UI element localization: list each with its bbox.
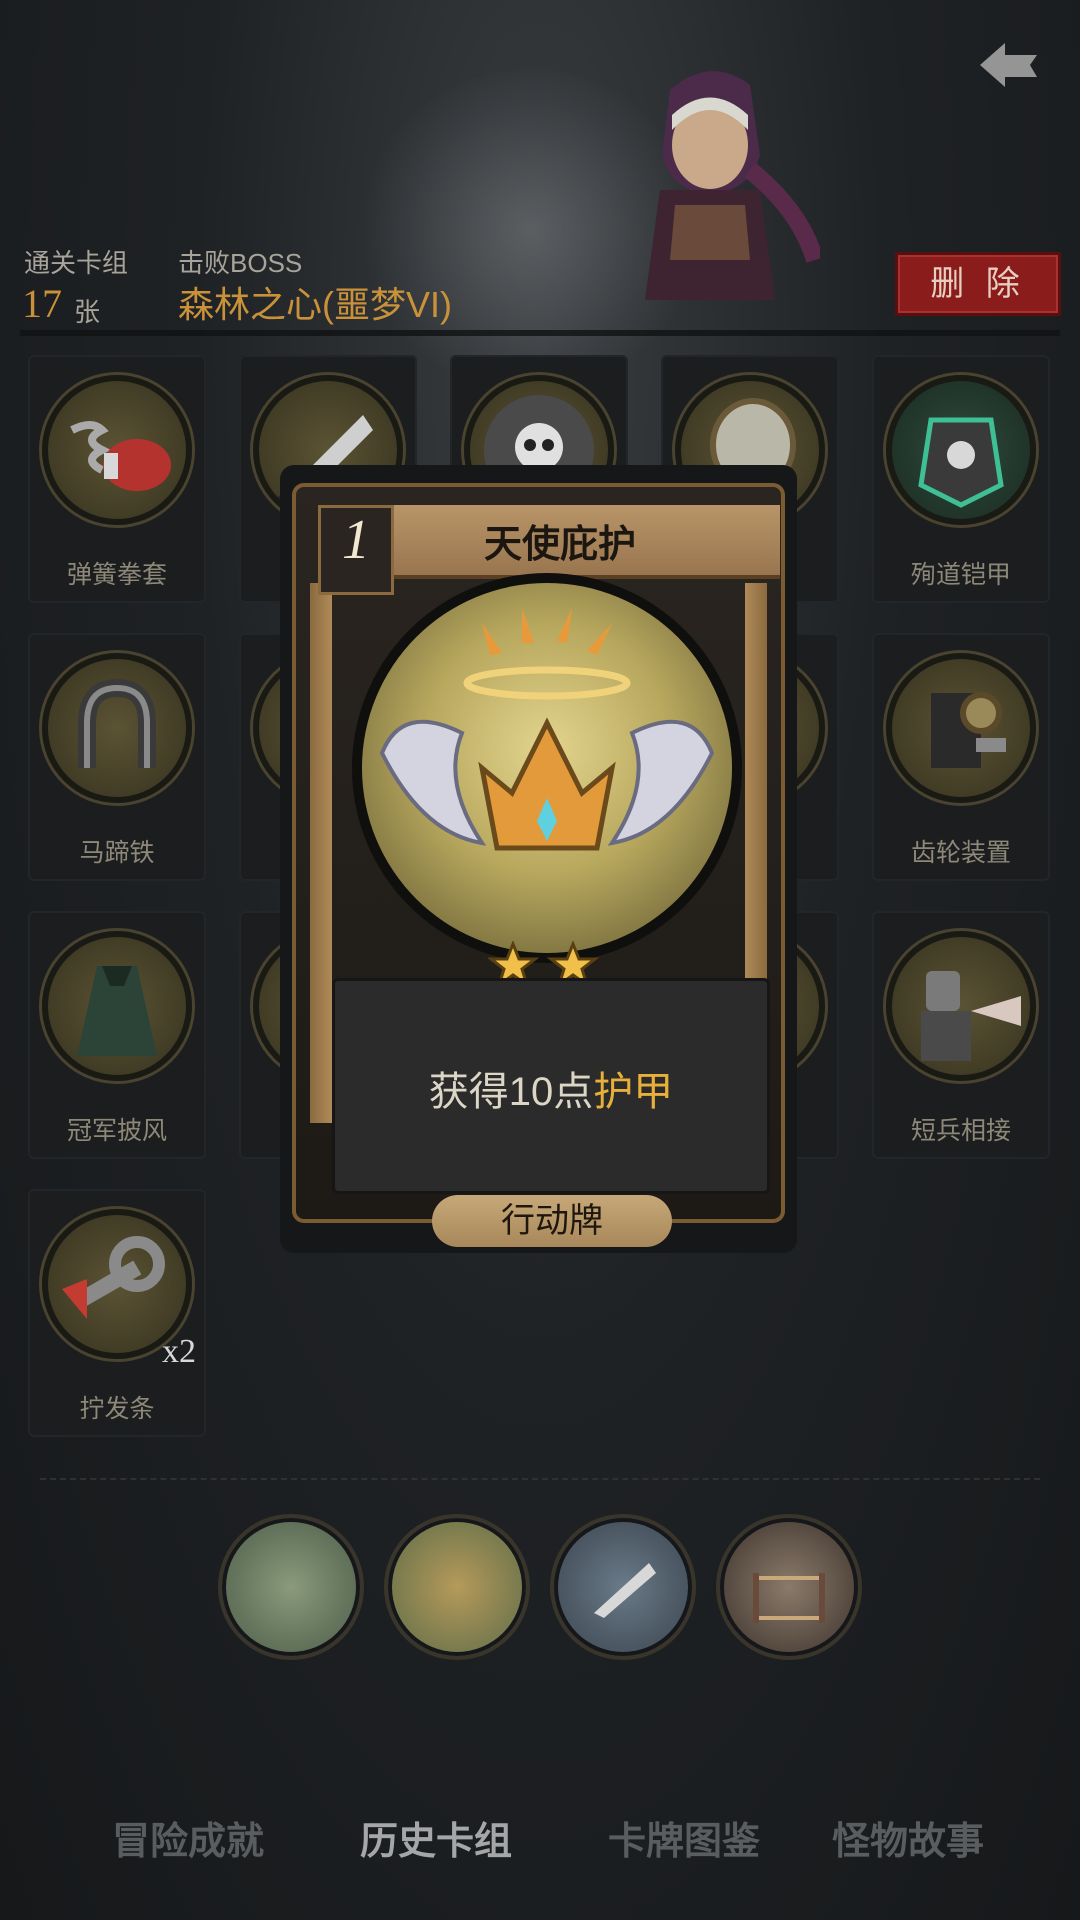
boss-label: 击败BOSS bbox=[178, 248, 303, 278]
angel-crown-icon bbox=[362, 583, 732, 953]
card-label: 弹簧拳套 bbox=[66, 561, 167, 589]
deck-count: 17 bbox=[22, 281, 62, 326]
desc-keyword: 护甲 bbox=[593, 1070, 674, 1114]
cursed-armor-icon bbox=[886, 375, 1036, 525]
horseshoe-icon bbox=[42, 653, 192, 803]
card-label: 拧发条 bbox=[79, 1395, 155, 1423]
card-title: 天使庇护 bbox=[483, 524, 636, 566]
cape-icon bbox=[42, 931, 192, 1081]
card-detail-popup[interactable]: 天使庇护 1 获得10点护甲 行动牌 bbox=[280, 465, 797, 1253]
deck-card[interactable]: 马蹄铁 bbox=[28, 633, 206, 881]
deck-card[interactable]: x2 拧发条 bbox=[28, 1189, 206, 1437]
card-description-box: 获得10点护甲 bbox=[332, 978, 770, 1194]
tab-history-decks[interactable]: 历史卡组 bbox=[360, 1810, 512, 1865]
card-description: 获得10点护甲 bbox=[335, 1059, 767, 1117]
card-label: 冠军披风 bbox=[66, 1117, 167, 1145]
warlord-icon[interactable] bbox=[222, 1518, 360, 1656]
deck-card[interactable]: 短兵相接 bbox=[872, 911, 1050, 1159]
delete-button[interactable]: 删 除 bbox=[895, 252, 1061, 316]
card-label: 短兵相接 bbox=[910, 1117, 1011, 1145]
card-count-badge: x2 bbox=[162, 1333, 196, 1370]
tab-monster-stories[interactable]: 怪物故事 bbox=[832, 1810, 984, 1865]
card-label: 殉道铠甲 bbox=[910, 561, 1011, 589]
tab-achievements[interactable]: 冒险成就 bbox=[112, 1810, 264, 1865]
card-border-left bbox=[310, 583, 332, 1123]
dryad-icon[interactable] bbox=[388, 1518, 526, 1656]
knight-icon bbox=[886, 931, 1036, 1081]
arena-ring-icon[interactable] bbox=[720, 1518, 858, 1656]
card-label: 齿轮装置 bbox=[910, 839, 1011, 867]
hero-portrait bbox=[645, 71, 820, 300]
cost-box: 1 bbox=[318, 505, 394, 595]
deck-card[interactable]: 殉道铠甲 bbox=[872, 355, 1050, 603]
header-divider bbox=[20, 330, 1060, 336]
deck-card[interactable]: 冠军披风 bbox=[28, 911, 206, 1159]
tab-card-collection[interactable]: 卡牌图鉴 bbox=[608, 1810, 760, 1865]
back-arrow-icon[interactable] bbox=[975, 35, 1045, 95]
card-cost: 1 bbox=[342, 509, 370, 571]
desc-text: 获得10点 bbox=[428, 1070, 594, 1114]
card-type: 行动牌 bbox=[432, 1195, 672, 1247]
gear-device-icon bbox=[886, 653, 1036, 803]
knife-icon[interactable] bbox=[554, 1518, 692, 1656]
card-label: 马蹄铁 bbox=[79, 839, 155, 867]
deck-card[interactable]: 齿轮装置 bbox=[872, 633, 1050, 881]
boss-name: 森林之心(噩梦VI) bbox=[178, 284, 452, 325]
deck-label: 通关卡组 bbox=[24, 248, 129, 278]
section-divider bbox=[40, 1478, 1040, 1480]
card-frame: 天使庇护 1 获得10点护甲 行动牌 bbox=[292, 483, 785, 1247]
deck-unit: 张 bbox=[74, 297, 101, 327]
boxing-glove-spring-icon bbox=[42, 375, 192, 525]
deck-card[interactable]: 弹簧拳套 bbox=[28, 355, 206, 603]
